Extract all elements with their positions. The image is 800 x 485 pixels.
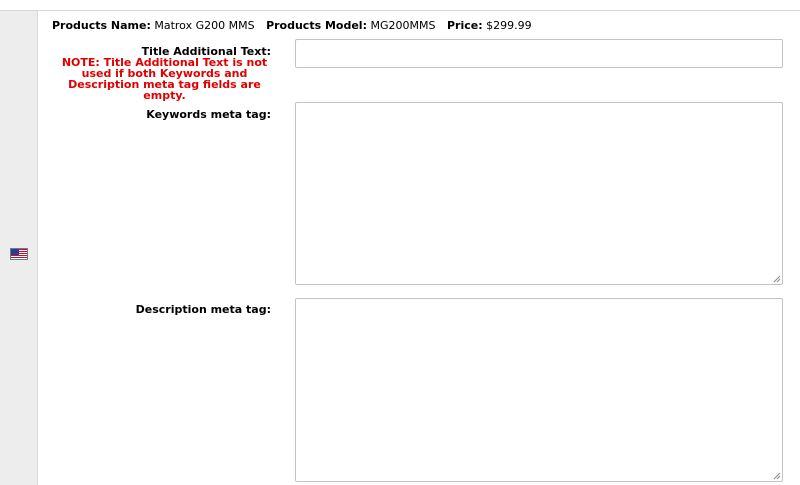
product-price-value: $299.99 <box>486 19 532 32</box>
us-flag-icon <box>10 248 28 260</box>
description-meta-tag-label: Description meta tag: <box>135 303 271 316</box>
resize-grip-icon[interactable] <box>773 472 781 480</box>
product-name-value: Matrox G200 MMS <box>154 19 255 32</box>
top-divider <box>0 10 800 11</box>
keywords-meta-tag-label: Keywords meta tag: <box>146 108 271 121</box>
product-model-value: MG200MMS <box>370 19 436 32</box>
product-summary: Products Name: Matrox G200 MMS Products … <box>52 19 532 32</box>
product-model-label: Products Model: <box>266 19 367 32</box>
resize-grip-icon[interactable] <box>773 275 781 283</box>
description-meta-tag-textarea[interactable] <box>295 298 783 482</box>
title-note: NOTE: Title Additional Text is not used … <box>61 56 268 102</box>
product-price-label: Price: <box>446 19 483 32</box>
product-name-label: Products Name: <box>52 19 151 32</box>
keywords-meta-tag-textarea[interactable] <box>295 102 783 285</box>
title-additional-text-input[interactable] <box>295 39 783 68</box>
meta-tags-panel: Products Name: Matrox G200 MMS Products … <box>0 0 800 485</box>
